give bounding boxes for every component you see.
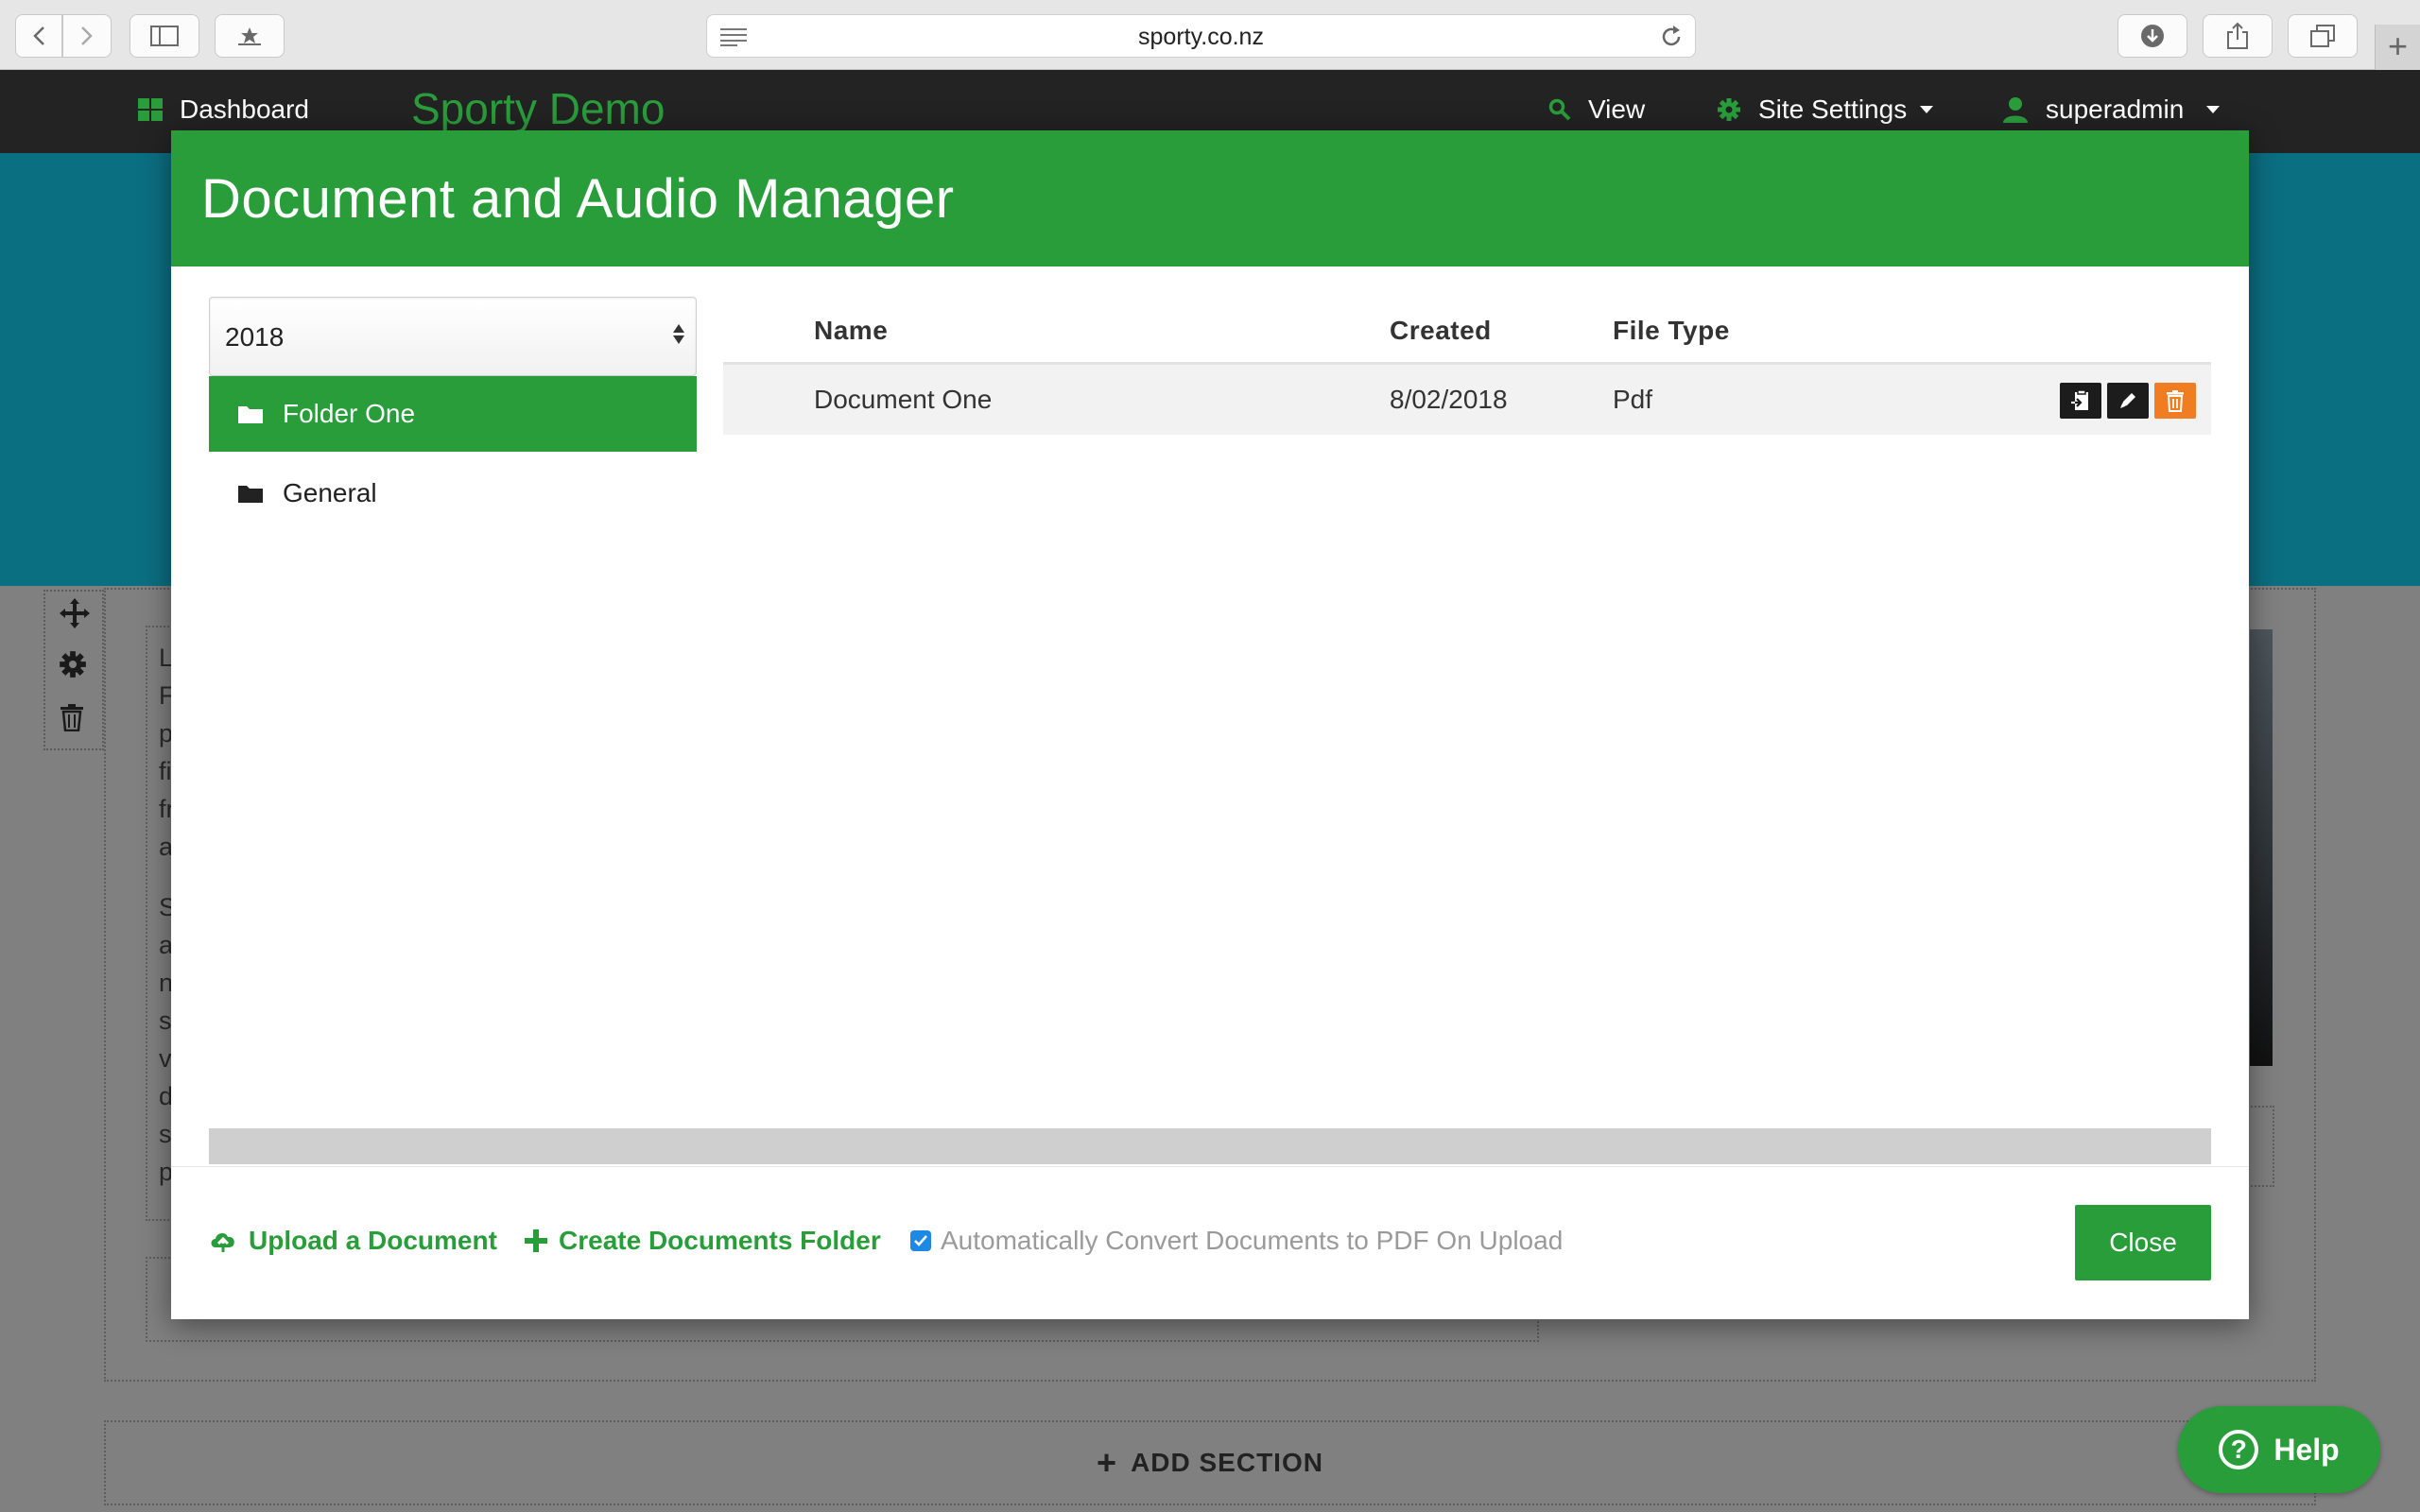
year-select[interactable]: 2018 <box>209 297 697 376</box>
forward-button[interactable] <box>62 14 112 58</box>
gear-icon <box>1717 97 1741 122</box>
nav-site-settings-label: Site Settings <box>1758 94 1908 124</box>
share-button[interactable] <box>2203 14 2273 58</box>
trash-icon <box>2167 390 2184 412</box>
nav-view-label: View <box>1588 94 1646 124</box>
modal-title: Document and Audio Manager <box>201 167 955 230</box>
bookmark-star-icon <box>238 27 261 45</box>
downloads-button[interactable] <box>2118 14 2187 58</box>
horizontal-scrollbar[interactable] <box>209 1128 2211 1164</box>
documents-table: Name Created File Type Document One 8/02… <box>723 297 2211 435</box>
document-manager-modal: Document and Audio Manager 2018 Folder O… <box>171 130 2249 1319</box>
modal-footer: Upload a Document Create Documents Folde… <box>171 1166 2249 1319</box>
site-brand[interactable]: Sporty Demo <box>411 83 665 134</box>
gear-icon[interactable] <box>59 650 87 686</box>
column-header-file-type[interactable]: File Type <box>1613 297 1730 365</box>
chevron-down-icon <box>2206 106 2221 113</box>
bookmarks-button[interactable] <box>215 14 285 58</box>
cloud-upload-icon <box>209 1228 237 1253</box>
upload-document-label: Upload a Document <box>249 1226 497 1255</box>
nav-dashboard[interactable]: Dashboard <box>138 94 309 125</box>
folder-icon <box>237 483 264 504</box>
help-button[interactable]: ? Help <box>2178 1406 2380 1493</box>
user-icon <box>2002 96 2029 123</box>
add-section-button[interactable]: + ADD SECTION <box>104 1420 2316 1505</box>
nav-dashboard-label: Dashboard <box>180 94 309 124</box>
select-arrows-icon <box>673 324 684 344</box>
nav-site-settings[interactable]: Site Settings <box>1717 94 1934 125</box>
cell-created: 8/02/2018 <box>1390 385 1508 414</box>
browser-toolbar: sporty.co.nz + <box>0 0 2420 70</box>
row-actions <box>2060 383 2196 419</box>
dashboard-grid-icon <box>138 98 163 121</box>
question-icon: ? <box>2219 1430 2259 1469</box>
year-select-value: 2018 <box>225 322 285 352</box>
plus-icon <box>525 1229 547 1252</box>
tabs-icon <box>2310 25 2335 47</box>
folder-label: Folder One <box>283 399 416 428</box>
chevron-down-icon <box>1920 106 1934 113</box>
create-folder-link[interactable]: Create Documents Folder <box>525 1226 881 1256</box>
share-icon <box>2227 22 2248 49</box>
upload-document-link[interactable]: Upload a Document <box>209 1226 497 1256</box>
clipboard-insert-icon <box>2071 389 2088 410</box>
nav-user-menu[interactable]: superadmin <box>2002 94 2221 125</box>
edit-document-button[interactable] <box>2107 383 2149 419</box>
address-bar[interactable]: sporty.co.nz <box>706 14 1696 58</box>
folder-item-general[interactable]: General <box>209 455 697 531</box>
add-section-label: ADD SECTION <box>1131 1448 1323 1477</box>
delete-document-button[interactable] <box>2154 383 2196 419</box>
url-text: sporty.co.nz <box>1138 24 1264 50</box>
insert-document-button[interactable] <box>2060 383 2101 419</box>
cell-name: Document One <box>814 385 993 414</box>
reload-icon[interactable] <box>1659 25 1684 49</box>
tabs-overview-button[interactable] <box>2288 14 2358 58</box>
table-header: Name Created File Type <box>723 297 2211 365</box>
move-icon[interactable] <box>59 597 91 637</box>
create-folder-label: Create Documents Folder <box>559 1226 881 1255</box>
auto-convert-checkbox[interactable] <box>910 1230 931 1251</box>
cell-file-type: Pdf <box>1613 385 1653 414</box>
chevron-right-icon <box>81 26 93 45</box>
section-tools <box>43 590 104 750</box>
back-button[interactable] <box>15 14 62 58</box>
nav-user-label: superadmin <box>2046 94 2185 124</box>
pencil-icon <box>2120 393 2135 408</box>
close-button[interactable]: Close <box>2075 1205 2211 1280</box>
new-tab-button[interactable]: + <box>2375 25 2420 70</box>
trash-icon[interactable] <box>59 703 85 739</box>
folder-label: General <box>283 478 377 507</box>
column-header-name[interactable]: Name <box>814 297 888 365</box>
download-icon <box>2141 25 2164 47</box>
folder-icon <box>237 404 264 424</box>
table-row[interactable]: Document One 8/02/2018 Pdf <box>723 365 2211 435</box>
background-image <box>2250 629 2273 1066</box>
folder-item-folder-one[interactable]: Folder One <box>209 376 697 452</box>
column-header-created[interactable]: Created <box>1390 297 1492 365</box>
nav-view[interactable]: View <box>1548 94 1645 125</box>
chevron-left-icon <box>33 26 44 45</box>
plus-icon: + <box>1097 1443 1118 1482</box>
modal-header: Document and Audio Manager <box>171 130 2249 266</box>
checkmark-icon <box>914 1235 927 1246</box>
auto-convert-label: Automatically Convert Documents to PDF O… <box>941 1226 1564 1255</box>
auto-convert-option[interactable]: Automatically Convert Documents to PDF O… <box>910 1226 1563 1256</box>
search-icon <box>1548 98 1571 121</box>
help-label: Help <box>2273 1432 2340 1467</box>
sidebar-icon <box>150 26 179 46</box>
sidebar-toggle-button[interactable] <box>130 14 199 58</box>
